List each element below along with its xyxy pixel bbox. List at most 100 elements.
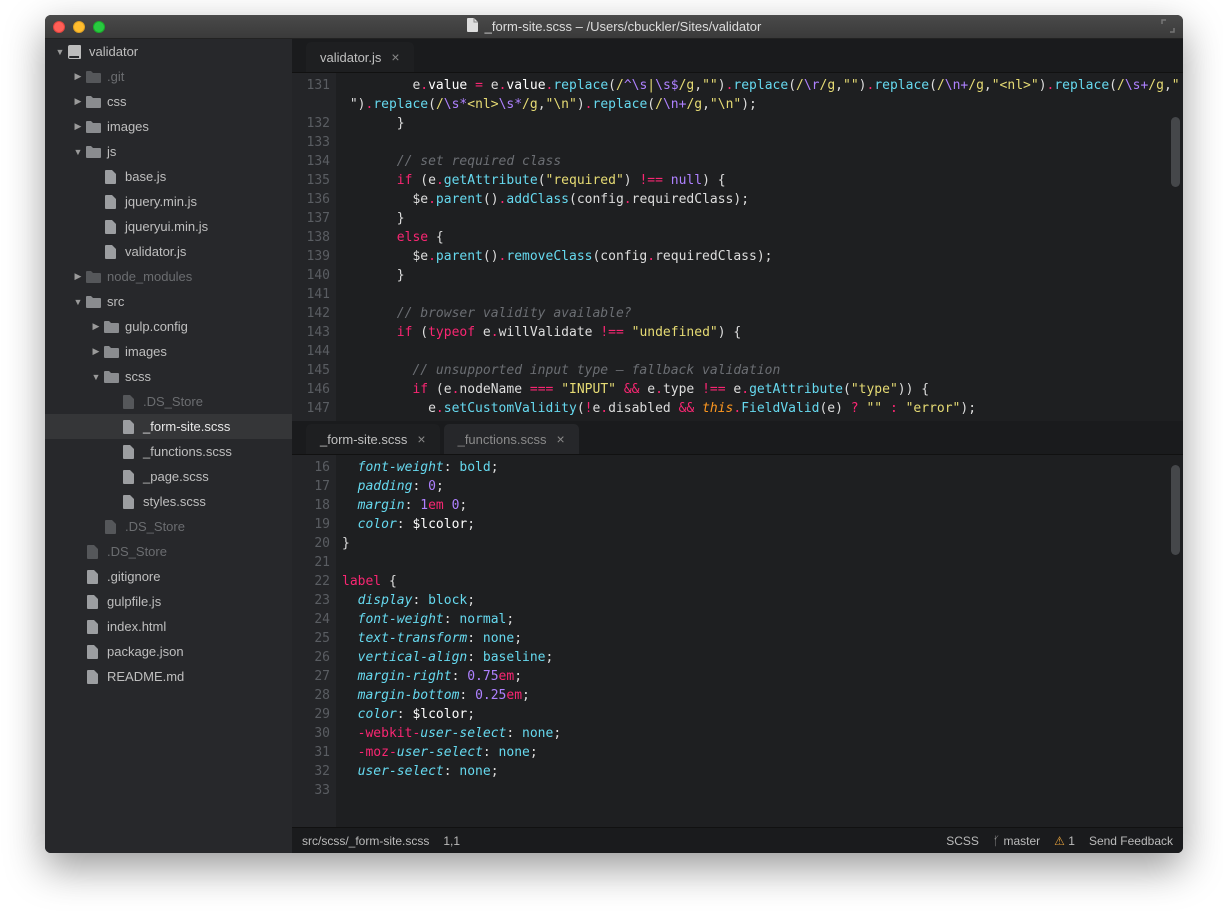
file-icon: [121, 494, 137, 510]
file-icon: [121, 419, 137, 435]
tree-item-styles-scss[interactable]: styles.scss: [45, 489, 292, 514]
line-gutter: 131 132133134135136137138139140141142143…: [292, 73, 336, 421]
editor-pane-lower[interactable]: 161718192021222324252627282930313233 fon…: [292, 455, 1183, 827]
tree-label: node_modules: [107, 269, 192, 284]
chevron-down-icon[interactable]: [89, 372, 103, 382]
file-icon: [121, 469, 137, 485]
file-icon: [467, 18, 479, 35]
close-tab-icon[interactable]: ×: [391, 50, 399, 64]
tree-item--form-site-scss[interactable]: _form-site.scss: [45, 414, 292, 439]
tree-item-jquery-min-js[interactable]: jquery.min.js: [45, 189, 292, 214]
tree-label: css: [107, 94, 127, 109]
code-area[interactable]: e.value = e.value.replace(/^\s|\s$/g,"")…: [336, 73, 1183, 421]
file-icon: [85, 644, 101, 660]
tree-item--ds-store[interactable]: .DS_Store: [45, 514, 292, 539]
tree-label: gulp.config: [125, 319, 188, 334]
folder-icon: [85, 269, 101, 285]
tab-validator-js[interactable]: validator.js×: [306, 42, 414, 72]
tree-item-js[interactable]: js: [45, 139, 292, 164]
file-icon: [103, 194, 119, 210]
tree-label: .DS_Store: [143, 394, 203, 409]
tree-label: .gitignore: [107, 569, 160, 584]
tree-item-validator-js[interactable]: validator.js: [45, 239, 292, 264]
tree-label: jquery.min.js: [125, 194, 197, 209]
tree-item--git[interactable]: .git: [45, 64, 292, 89]
chevron-right-icon[interactable]: [71, 71, 85, 82]
file-icon: [85, 569, 101, 585]
close-tab-icon[interactable]: ×: [417, 432, 425, 446]
code-area[interactable]: font-weight: bold; padding: 0; margin: 1…: [336, 455, 1183, 827]
tree-item-readme-md[interactable]: README.md: [45, 664, 292, 689]
status-path: src/scss/_form-site.scss: [302, 834, 429, 848]
tree-item--page-scss[interactable]: _page.scss: [45, 464, 292, 489]
tree-label: scss: [125, 369, 151, 384]
send-feedback-link[interactable]: Send Feedback: [1089, 834, 1173, 848]
minimize-window-button[interactable]: [73, 21, 85, 33]
tree-label: _functions.scss: [143, 444, 232, 459]
tree-item-images[interactable]: images: [45, 114, 292, 139]
tree-item-base-js[interactable]: base.js: [45, 164, 292, 189]
tree-label: index.html: [107, 619, 166, 634]
tree-item-gulpfile-js[interactable]: gulpfile.js: [45, 589, 292, 614]
git-branch[interactable]: ᚶ master: [993, 834, 1040, 848]
tree-label: validator: [89, 44, 138, 59]
folder-icon: [85, 69, 101, 85]
tree-item-jqueryui-min-js[interactable]: jqueryui.min.js: [45, 214, 292, 239]
tree-item--ds-store[interactable]: .DS_Store: [45, 539, 292, 564]
tree-label: _form-site.scss: [143, 419, 230, 434]
close-window-button[interactable]: [53, 21, 65, 33]
tree-label: styles.scss: [143, 494, 206, 509]
close-tab-icon[interactable]: ×: [556, 432, 564, 446]
file-icon: [121, 444, 137, 460]
folder-icon: [85, 294, 101, 310]
file-icon: [85, 669, 101, 685]
scrollbar[interactable]: [1169, 77, 1181, 417]
tree-label: js: [107, 144, 116, 159]
folder-icon: [85, 119, 101, 135]
chevron-right-icon[interactable]: [89, 346, 103, 357]
tree-item-gulp-config[interactable]: gulp.config: [45, 314, 292, 339]
chevron-down-icon[interactable]: [71, 297, 85, 307]
zoom-window-button[interactable]: [93, 21, 105, 33]
tree-item--ds-store[interactable]: .DS_Store: [45, 389, 292, 414]
tree-label: .DS_Store: [125, 519, 185, 534]
status-cursor: 1,1: [443, 834, 460, 848]
tab-label: _form-site.scss: [320, 432, 407, 447]
line-gutter: 161718192021222324252627282930313233: [292, 455, 336, 827]
chevron-right-icon[interactable]: [89, 321, 103, 332]
chevron-down-icon[interactable]: [71, 147, 85, 157]
chevron-right-icon[interactable]: [71, 96, 85, 107]
status-language[interactable]: SCSS: [946, 834, 979, 848]
editor-area: validator.js× 131 1321331341351361371381…: [292, 39, 1183, 853]
tree-item-index-html[interactable]: index.html: [45, 614, 292, 639]
warnings-indicator[interactable]: ⚠ 1: [1054, 834, 1075, 848]
tree-label: .DS_Store: [107, 544, 167, 559]
traffic-lights: [53, 21, 105, 33]
tree-item-css[interactable]: css: [45, 89, 292, 114]
tree-item-scss[interactable]: scss: [45, 364, 292, 389]
tree-label: _page.scss: [143, 469, 209, 484]
chevron-right-icon[interactable]: [71, 121, 85, 132]
tree-label: .git: [107, 69, 124, 84]
scrollbar[interactable]: [1169, 459, 1181, 823]
tab--functions-scss[interactable]: _functions.scss×: [444, 424, 579, 454]
file-tree-sidebar[interactable]: validator .git css images js base.js jquery.mi…: [45, 39, 292, 853]
tree-item--gitignore[interactable]: .gitignore: [45, 564, 292, 589]
chevron-right-icon[interactable]: [71, 271, 85, 282]
tree-item-images[interactable]: images: [45, 339, 292, 364]
folder-icon: [103, 369, 119, 385]
status-bar: src/scss/_form-site.scss 1,1 SCSS ᚶ mast…: [292, 827, 1183, 853]
expand-icon[interactable]: [1161, 19, 1177, 35]
tree-item-node-modules[interactable]: node_modules: [45, 264, 292, 289]
tree-label: gulpfile.js: [107, 594, 161, 609]
tab--form-site-scss[interactable]: _form-site.scss ×: [306, 424, 440, 454]
tree-item-package-json[interactable]: package.json: [45, 639, 292, 664]
title-bar: _form-site.scss – /Users/cbuckler/Sites/…: [45, 15, 1183, 39]
folder-icon: [85, 144, 101, 160]
tree-item-src[interactable]: src: [45, 289, 292, 314]
chevron-down-icon[interactable]: [53, 47, 67, 57]
editor-pane-upper[interactable]: 131 132133134135136137138139140141142143…: [292, 73, 1183, 421]
tree-item--functions-scss[interactable]: _functions.scss: [45, 439, 292, 464]
file-icon: [103, 244, 119, 260]
tree-item-validator[interactable]: validator: [45, 39, 292, 64]
